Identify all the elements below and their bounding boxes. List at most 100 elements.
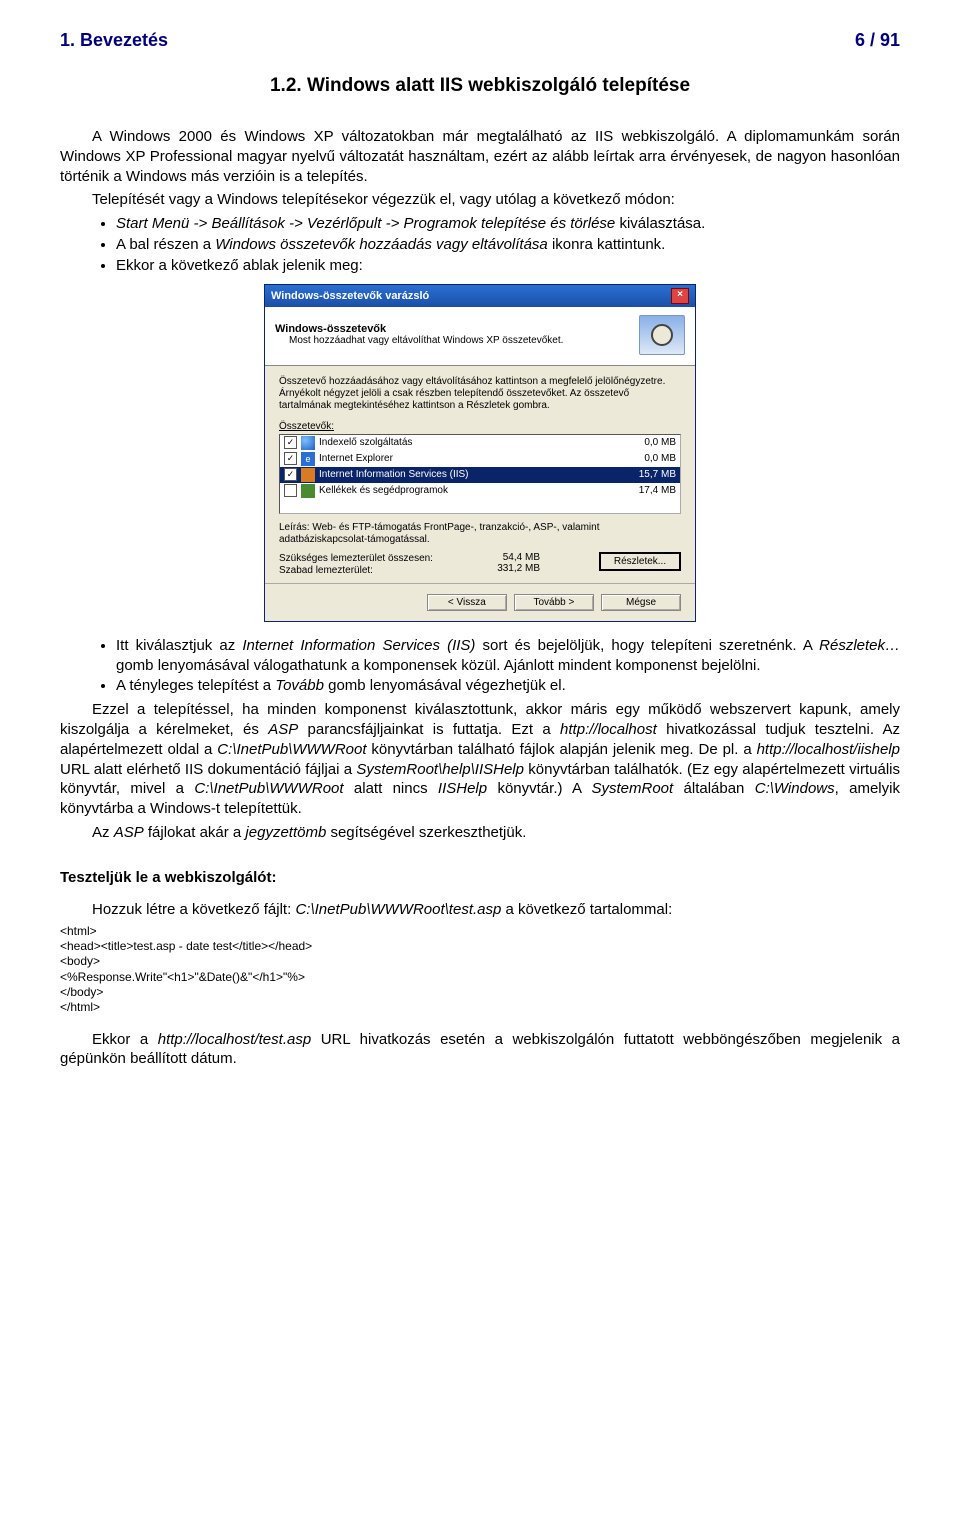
intro-paragraph-2: Telepítését vagy a Windows telepítésekor…	[60, 190, 900, 210]
components-listbox[interactable]: ✓ Indexelő szolgáltatás 0,0 MB ✓ e Inter…	[279, 434, 681, 514]
list-item-italic: Windows összetevők hozzáadás vagy eltávo…	[215, 236, 548, 253]
code-line: <head><title>test.asp - date test</title…	[60, 939, 900, 954]
row-name: Kellékek és segédprogramok	[319, 485, 624, 496]
text-span: Ekkor a	[92, 1031, 158, 1048]
italic-span: http://localhost/iishelp	[757, 741, 900, 758]
required-space-label: Szükséges lemezterület összesen:	[279, 553, 480, 564]
wizard-header-subtitle: Most hozzáadhat vagy eltávolíthat Window…	[289, 335, 563, 346]
row-size: 15,7 MB	[624, 469, 676, 480]
wizard-title: Windows-összetevők varázsló	[271, 290, 429, 302]
list-row-selected[interactable]: ✓ Internet Information Services (IIS) 15…	[280, 467, 680, 483]
list-item-italic: Részletek…	[819, 637, 900, 654]
italic-span: http://localhost	[560, 721, 657, 738]
wizard-footer: < Vissza Tovább > Mégse	[265, 583, 695, 621]
italic-span: jegyzettömb	[245, 824, 326, 841]
italic-span: C:\Windows	[755, 780, 835, 797]
italic-span: ASP	[268, 721, 298, 738]
wizard-header: Windows-összetevők Most hozzáadhat vagy …	[265, 307, 695, 366]
wizard-header-title: Windows-összetevők	[275, 323, 563, 335]
row-name: Internet Information Services (IIS)	[319, 469, 624, 480]
text-span: könyvtár.) A	[487, 780, 591, 797]
list-row[interactable]: ✓ e Internet Explorer 0,0 MB	[280, 451, 680, 467]
list-row[interactable]: Kellékek és segédprogramok 17,4 MB	[280, 483, 680, 499]
paragraph-result: Ekkor a http://localhost/test.asp URL hi…	[60, 1030, 900, 1070]
italic-span: C:\InetPub\WWWRoot	[217, 741, 366, 758]
list-item: Ekkor a következő ablak jelenik meg:	[116, 256, 900, 276]
page-header: 1. Bevezetés 6 / 91	[60, 30, 900, 51]
list-item-text: A tényleges telepítést a	[116, 677, 275, 694]
paragraph-asp-edit: Az ASP fájlokat akár a jegyzettömb segít…	[60, 823, 900, 843]
italic-span: SystemRoot	[591, 780, 673, 797]
list-item: A bal részen a Windows összetevők hozzáa…	[116, 235, 900, 255]
text-span: Az	[92, 824, 114, 841]
list-item-text: kiválasztása.	[615, 215, 705, 232]
italic-span: SystemRoot\help\IISHelp	[356, 761, 524, 778]
text-span: könyvtárban található fájlok alapján jel…	[367, 741, 757, 758]
list-item-text: gomb lenyomásával válogathatunk a kompon…	[116, 657, 761, 674]
wizard-screenshot: Windows-összetevők varázsló × Windows-ös…	[60, 284, 900, 622]
italic-span: C:\InetPub\WWWRoot	[194, 780, 343, 797]
text-span: URL alatt elérhető IIS dokumentáció fájl…	[60, 761, 356, 778]
text-span: Hozzuk létre a következő fájlt:	[92, 901, 295, 918]
document-page: 1. Bevezetés 6 / 91 1.2. Windows alatt I…	[0, 0, 960, 1113]
code-block: <html> <head><title>test.asp - date test…	[60, 924, 900, 1016]
required-space-value: 54,4 MB	[480, 552, 540, 563]
wizard-window: Windows-összetevők varázsló × Windows-ös…	[264, 284, 696, 622]
list-item-text: ikonra kattintunk.	[548, 236, 666, 253]
row-name: Indexelő szolgáltatás	[319, 437, 624, 448]
paragraph-install-result: Ezzel a telepítéssel, ha minden komponen…	[60, 700, 900, 819]
components-label: Összetevők:	[279, 421, 681, 432]
next-button[interactable]: Tovább >	[514, 594, 594, 611]
list-item-text: Itt kiválasztjuk az	[116, 637, 242, 654]
row-name: Internet Explorer	[319, 453, 624, 464]
details-button[interactable]: Részletek...	[599, 552, 681, 571]
description-text: Leírás: Web- és FTP-támogatás FrontPage-…	[279, 522, 681, 546]
bullet-list-2: Itt kiválasztjuk az Internet Information…	[60, 636, 900, 696]
wizard-body: Összetevő hozzáadásához vagy eltávolítás…	[265, 366, 695, 583]
list-item-italic: Tovább	[275, 677, 324, 694]
code-line: <body>	[60, 954, 900, 969]
list-row[interactable]: ✓ Indexelő szolgáltatás 0,0 MB	[280, 435, 680, 451]
code-line: </html>	[60, 1000, 900, 1015]
code-line: <html>	[60, 924, 900, 939]
row-size: 0,0 MB	[624, 453, 676, 464]
tool-icon	[301, 484, 315, 498]
list-item-text: gomb lenyomásával végezhetjük el.	[324, 677, 566, 694]
summary-block: Szükséges lemezterület összesen: Szabad …	[279, 552, 681, 577]
paragraph-create-file: Hozzuk létre a következő fájlt: C:\InetP…	[60, 900, 900, 920]
italic-span: ASP	[114, 824, 144, 841]
back-button[interactable]: < Vissza	[427, 594, 507, 611]
list-item: Itt kiválasztjuk az Internet Information…	[116, 636, 900, 676]
list-item: Start Menü -> Beállítások -> Vezérlőpult…	[116, 214, 900, 234]
checkbox-icon[interactable]: ✓	[284, 468, 297, 481]
free-space-value: 331,2 MB	[480, 563, 540, 574]
wizard-titlebar: Windows-összetevők varázsló ×	[265, 285, 695, 307]
italic-span: http://localhost/test.asp	[158, 1031, 311, 1048]
checkbox-icon[interactable]: ✓	[284, 436, 297, 449]
intro-paragraph-1: A Windows 2000 és Windows XP változatokb…	[60, 127, 900, 186]
italic-span: C:\InetPub\WWWRoot\test.asp	[295, 901, 501, 918]
section-title: 1.2. Windows alatt IIS webkiszolgáló tel…	[60, 75, 900, 97]
wizard-header-text: Windows-összetevők Most hozzáadhat vagy …	[275, 323, 563, 346]
cd-icon	[639, 315, 685, 355]
wizard-hint: Összetevő hozzáadásához vagy eltávolítás…	[279, 376, 681, 413]
cancel-button[interactable]: Mégse	[601, 594, 681, 611]
globe-icon	[301, 436, 315, 450]
package-icon	[301, 468, 315, 482]
code-line: </body>	[60, 985, 900, 1000]
list-item-italic: Start Menü -> Beállítások -> Vezérlőpult…	[116, 215, 615, 232]
list-item-text: sort és bejelöljük, hogy telepíteni szer…	[475, 637, 819, 654]
text-span: parancsfájljainkat is futtatja. Ezt a	[298, 721, 560, 738]
code-line: <%Response.Write"<h1>"&Date()&"</h1>"%>	[60, 970, 900, 985]
subheading: Teszteljük le a webkiszolgálót:	[60, 869, 900, 886]
list-item-italic: Internet Information Services (IIS)	[242, 637, 475, 654]
text-span: a következő tartalommal:	[501, 901, 672, 918]
header-left: 1. Bevezetés	[60, 30, 168, 51]
header-right: 6 / 91	[855, 30, 900, 51]
bullet-list-1: Start Menü -> Beállítások -> Vezérlőpult…	[60, 214, 900, 275]
checkbox-icon[interactable]	[284, 484, 297, 497]
text-span: alatt nincs	[344, 780, 438, 797]
checkbox-icon[interactable]: ✓	[284, 452, 297, 465]
row-size: 0,0 MB	[624, 437, 676, 448]
close-icon[interactable]: ×	[671, 288, 689, 304]
